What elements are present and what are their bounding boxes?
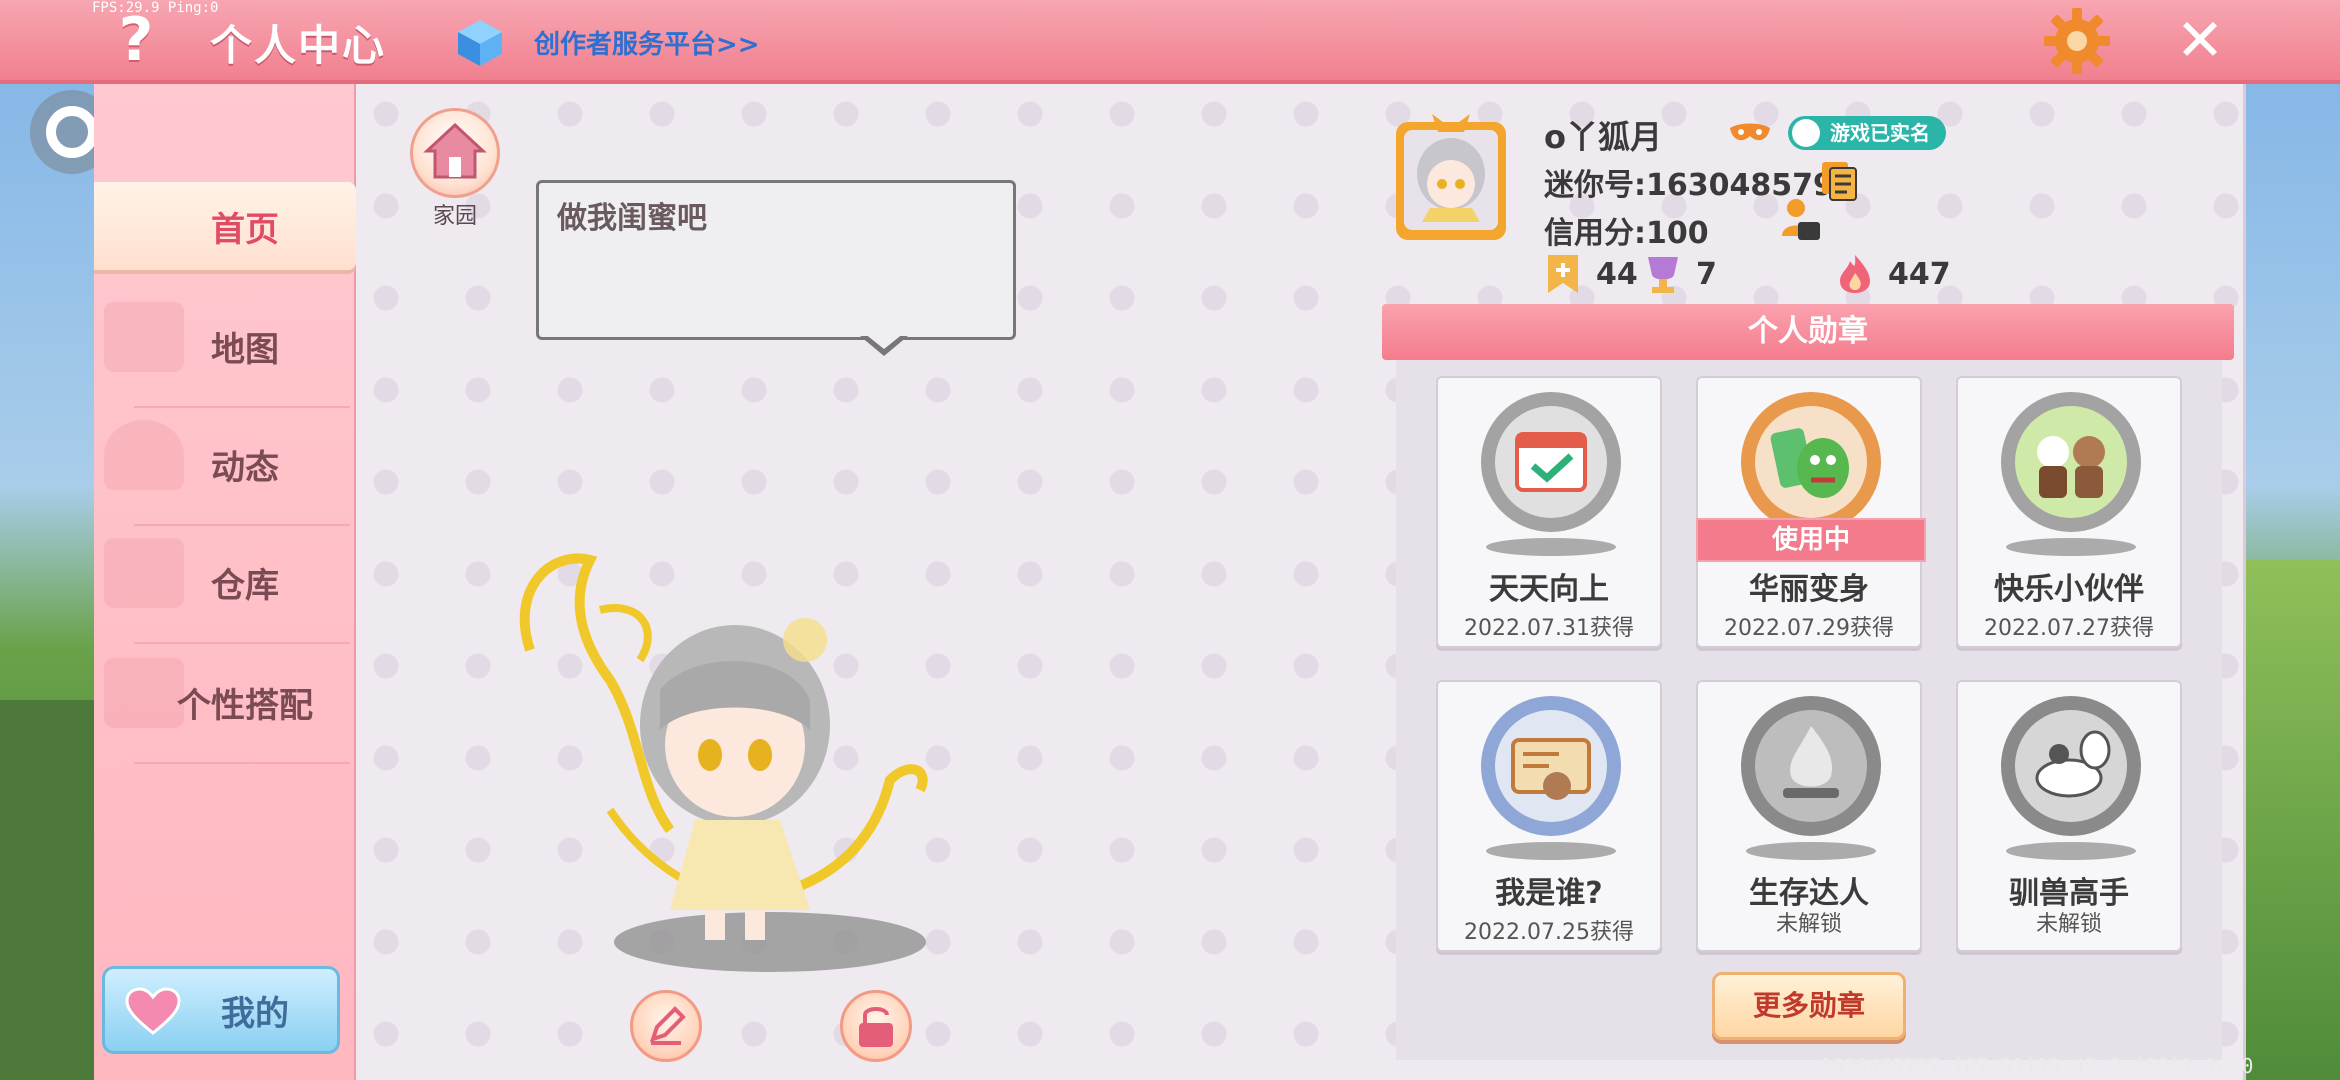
house-icon	[423, 122, 487, 179]
stat-cup: 7	[1644, 252, 1717, 296]
copy-icon[interactable]	[1820, 160, 1858, 202]
creator-cube-icon	[458, 20, 502, 66]
speech-text: 做我闺蜜吧	[557, 201, 707, 236]
sidebar-item-label: 仓库	[211, 565, 279, 606]
pencil-icon	[649, 1006, 686, 1045]
sidebar-divider	[134, 406, 350, 408]
realname-badge: 游戏已实名	[1788, 116, 1946, 150]
sidebar-divider	[134, 642, 350, 644]
top-bar: FPS:29.9 Ping:0 ? 个人中心 创作者服务平台>> ✕	[0, 0, 2340, 84]
medal-date: 2022.07.27获得	[1984, 616, 2154, 641]
credit-score: 信用分:100	[1544, 216, 1709, 251]
calendar-medal-icon	[1481, 392, 1621, 532]
sidebar-item-label: 动态	[211, 447, 279, 488]
medal-shadow	[1746, 842, 1876, 860]
horse-medal-icon	[2001, 696, 2141, 836]
sidebar-item-home[interactable]: 首页	[94, 182, 356, 270]
medal-date: 2022.07.31获得	[1464, 616, 1634, 641]
speech-bubble[interactable]: 做我闺蜜吧	[536, 180, 1016, 340]
lock-button[interactable]	[840, 990, 912, 1062]
nickname: o丫狐月	[1544, 118, 1662, 156]
id-card-medal-icon	[1481, 696, 1621, 836]
sidebar-item-warehouse[interactable]: 仓库	[94, 538, 356, 644]
dinosaur-medal-icon	[1741, 392, 1881, 532]
friend-card-icon[interactable]	[1780, 196, 1822, 242]
medal-card[interactable]: 驯兽高手 未解锁	[1956, 680, 2182, 952]
sidebar-item-map[interactable]: 地图	[94, 302, 356, 408]
medal-date: 2022.07.29获得	[1724, 616, 1894, 641]
cup-icon	[1648, 257, 1678, 293]
medal-shadow	[2006, 538, 2136, 556]
avatar-character[interactable]	[490, 530, 970, 980]
medal-date: 未解锁	[2035, 912, 2102, 937]
friends-medal-icon	[2001, 392, 2141, 532]
unlock-icon	[859, 1007, 893, 1047]
fire-icon	[1840, 255, 1870, 293]
close-button[interactable]: ✕	[2172, 10, 2228, 70]
medal-date: 2022.07.25获得	[1464, 920, 1634, 945]
person-icon	[1792, 119, 1820, 147]
sidebar-divider	[134, 524, 350, 526]
sidebar-item-feed[interactable]: 动态	[94, 420, 356, 526]
medal-name: 我是谁?	[1495, 876, 1603, 911]
medal-card[interactable]: 天天向上 2022.07.31获得	[1436, 376, 1662, 648]
in-use-badge: 使用中	[1696, 518, 1926, 562]
settings-gear-icon[interactable]	[2042, 6, 2112, 76]
home-label: 家园	[432, 204, 477, 229]
speech-tail-inner	[864, 333, 904, 349]
stat-fire-value: 447	[1888, 256, 1951, 292]
medal-card[interactable]: 生存达人 未解锁	[1696, 680, 1922, 952]
background-scenery-right	[2245, 560, 2340, 1080]
stat-bookmark: 44	[1544, 252, 1638, 296]
mine-label: 我的	[221, 993, 289, 1034]
medal-shadow	[1486, 538, 1616, 556]
background-scenery-left	[0, 700, 95, 1080]
stat-fire: 447	[1836, 252, 1951, 296]
sidebar: 首页 地图 动态 仓库 个性搭配 我的	[94, 84, 356, 1080]
medal-card[interactable]: 我是谁? 2022.07.25获得	[1436, 680, 1662, 952]
sidebar-item-outfit[interactable]: 个性搭配	[94, 658, 356, 764]
medal-name: 华丽变身	[1749, 572, 1869, 607]
medal-shadow	[2006, 842, 2136, 860]
help-button[interactable]: ?	[108, 8, 164, 72]
more-medals-button[interactable]: 更多勋章	[1712, 972, 1906, 1040]
medal-date: 未解锁	[1775, 912, 1842, 937]
sidebar-item-label: 个性搭配	[177, 685, 313, 726]
medal-name: 快乐小伙伴	[1994, 572, 2144, 607]
edit-button[interactable]	[630, 990, 702, 1062]
footer-info: 1630485797 [07/31]13:42 0 [58]1.16.0	[1820, 1054, 2254, 1078]
medal-name: 天天向上	[1489, 572, 1609, 607]
page-title: 个人中心	[210, 21, 387, 70]
profile-avatar[interactable]	[1392, 112, 1510, 246]
sidebar-divider	[134, 762, 350, 764]
home-garden-button[interactable]	[410, 108, 500, 198]
sidebar-item-label: 地图	[211, 329, 279, 370]
mine-button[interactable]: 我的	[102, 966, 340, 1054]
medal-card[interactable]: 快乐小伙伴 2022.07.27获得	[1956, 376, 2182, 648]
mask-icon[interactable]	[1728, 120, 1772, 148]
medal-shadow	[1486, 842, 1616, 860]
bookmark-icon	[1548, 255, 1578, 293]
medal-card[interactable]: 使用中 华丽变身 2022.07.29获得	[1696, 376, 1926, 648]
medal-section-header: 个人勋章	[1382, 304, 2234, 360]
stat-cup-value: 7	[1696, 256, 1717, 292]
creator-platform-link[interactable]: 创作者服务平台>>	[534, 24, 760, 61]
stat-bookmark-value: 44	[1596, 256, 1638, 292]
heart-icon	[125, 987, 181, 1035]
sidebar-item-label: 首页	[211, 209, 279, 250]
campfire-medal-icon	[1741, 696, 1881, 836]
realname-text: 游戏已实名	[1830, 121, 1930, 145]
